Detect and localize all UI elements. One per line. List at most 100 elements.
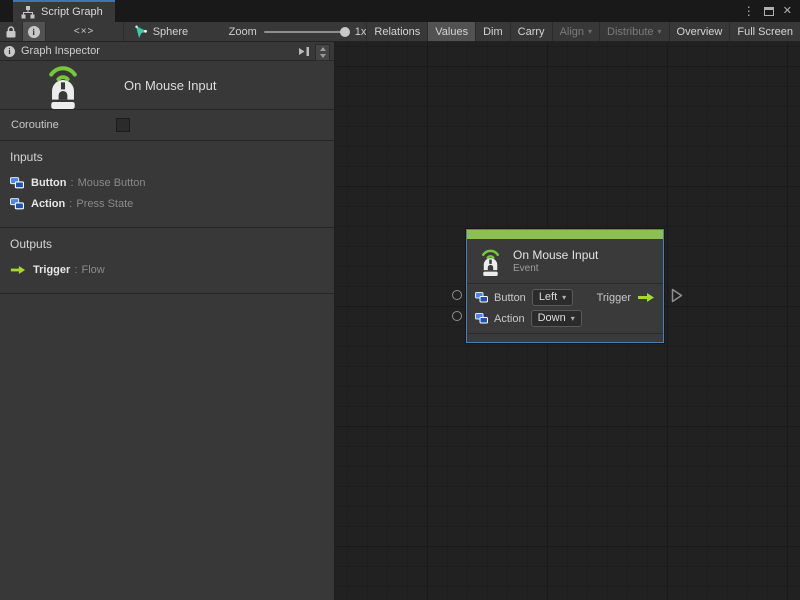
window-controls: ⋮ ✕ [743,0,800,22]
graph-hierarchy-icon [21,6,35,19]
node-row-button: Button Left ▾ Trigger [467,287,663,308]
scroll-spinner[interactable] [315,44,330,61]
port-type: Flow [81,264,104,276]
dim-button[interactable]: Dim [475,22,510,41]
mouse-input-icon [40,62,86,109]
relations-button[interactable]: Relations [366,22,427,41]
spinner-up-icon[interactable] [320,47,326,51]
coroutine-row: Coroutine [0,110,334,141]
values-button[interactable]: Values [427,22,475,41]
dropdown-value: Down [538,312,566,324]
value-port-icon [10,177,24,189]
dim-label: Dim [483,26,503,38]
port-label: Action [494,313,525,325]
distribute-label: Distribute [607,26,653,38]
inputs-section: Inputs Button : Mouse Button Action : Pr… [0,141,334,228]
graph-asset-icon [134,25,148,39]
dropdown-value: Left [539,291,557,303]
maximize-icon[interactable] [764,7,774,16]
inspector-header: i Graph Inspector [0,42,334,61]
value-port-icon [475,292,488,303]
full-screen-label: Full Screen [737,26,793,38]
distribute-dropdown[interactable]: Distribute ▾ [599,22,668,41]
tab-script-graph[interactable]: Script Graph [13,0,115,22]
info-icon: i [4,46,15,57]
inputs-section-title: Inputs [0,150,334,164]
node-footer [467,333,663,342]
value-port-icon [10,198,24,210]
unit-title: On Mouse Input [124,78,217,93]
node-header[interactable]: On Mouse Input Event [467,239,663,284]
graph-canvas[interactable]: On Mouse Input Event Button Left ▾ [335,42,800,600]
inspector-toggle-button[interactable]: i [23,22,46,41]
input-port-item: Action : Press State [0,193,334,214]
action-value-dropdown[interactable]: Down ▾ [531,310,582,327]
value-port-icon [475,313,488,324]
output-port-item: Trigger : Flow [0,259,334,280]
window-menu-icon[interactable]: ⋮ [743,5,755,17]
carry-button[interactable]: Carry [510,22,552,41]
code-icon: <×> [74,26,95,37]
lock-icon [5,25,17,39]
tab-bar: Script Graph ⋮ ✕ [0,0,800,22]
chevron-down-icon: ▾ [658,27,662,36]
outputs-section: Outputs Trigger : Flow [0,228,334,294]
flow-arrow-icon [10,265,26,275]
script-graph-window: Script Graph ⋮ ✕ i <×> Sphere [0,0,800,600]
graph-toolbar: i <×> Sphere Zoom 1x Relations Values Di… [0,22,800,42]
spinner-down-icon[interactable] [320,54,326,58]
node-ports: Button Left ▾ Trigger [467,284,663,333]
full-screen-button[interactable]: Full Screen [729,22,800,41]
input-port-item: Button : Mouse Button [0,172,334,193]
zoom-slider-handle[interactable] [340,27,350,37]
flow-arrow-icon[interactable] [637,292,655,303]
close-icon[interactable]: ✕ [783,6,792,17]
chevron-down-icon: ▾ [588,27,592,36]
port-label: Button [494,292,526,304]
carry-label: Carry [518,26,545,38]
toolbar-right-group: Relations Values Dim Carry Align ▾ Distr… [366,22,800,41]
info-icon: i [28,26,40,38]
on-mouse-input-node[interactable]: On Mouse Input Event Button Left ▾ [466,229,664,343]
overview-button[interactable]: Overview [669,22,730,41]
graph-reference-breadcrumb[interactable]: Sphere [124,22,213,41]
graph-inspector-panel: i Graph Inspector [0,42,335,600]
overview-label: Overview [677,26,723,38]
lock-button[interactable] [0,22,23,41]
zoom-slider[interactable] [264,31,348,33]
port-type: Press State [76,198,133,210]
event-group-bar [467,230,663,239]
outputs-section-title: Outputs [0,237,334,251]
port-name: Trigger [33,264,70,276]
trigger-label: Trigger [597,292,631,304]
port-name: Button [31,177,66,189]
align-dropdown[interactable]: Align ▾ [552,22,599,41]
align-label: Align [560,26,584,38]
coroutine-label: Coroutine [11,119,59,131]
output-port-connector-trigger[interactable] [671,288,683,303]
zoom-label: Zoom [229,26,257,38]
mouse-input-icon [477,247,504,276]
node-subtitle: Event [513,263,598,275]
chevron-down-icon: ▾ [571,314,575,323]
chevron-down-icon: ▾ [562,293,566,302]
port-separator: : [74,264,77,276]
coroutine-checkbox[interactable] [116,118,130,132]
inspector-title: Graph Inspector [21,45,100,57]
unit-title-block: On Mouse Input [0,61,334,110]
node-title: On Mouse Input [513,248,598,263]
zoom-control: Zoom 1x [213,22,367,41]
code-view-button[interactable]: <×> [46,22,124,41]
graph-reference-label: Sphere [153,26,188,38]
port-separator: : [69,198,72,210]
values-label: Values [435,26,468,38]
node-row-action: Action Down ▾ [467,308,663,329]
port-type: Mouse Button [78,177,146,189]
input-port-connector-button[interactable] [452,290,462,300]
zoom-value: 1x [355,26,367,38]
input-port-connector-action[interactable] [452,311,462,321]
button-value-dropdown[interactable]: Left ▾ [532,289,573,306]
relations-label: Relations [374,26,420,38]
dock-panel-icon[interactable] [298,46,311,57]
port-separator: : [71,177,74,189]
